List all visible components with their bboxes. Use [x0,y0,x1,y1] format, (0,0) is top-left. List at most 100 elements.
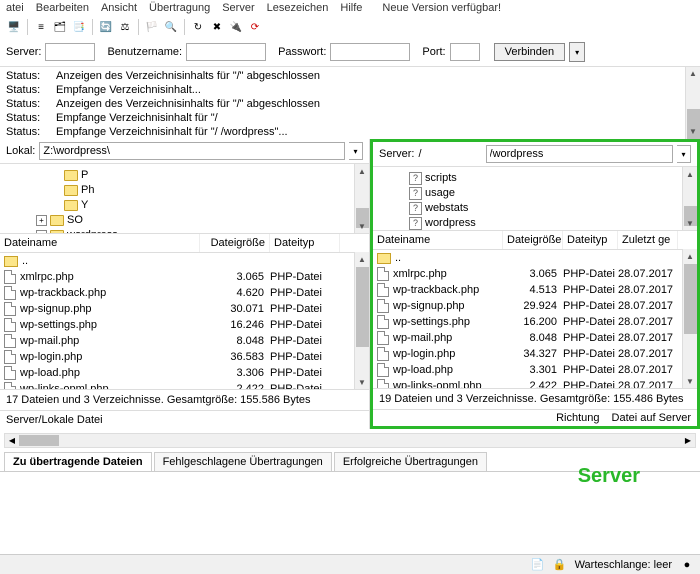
server-input[interactable] [45,43,95,61]
unknown-folder-icon: ? [409,187,422,200]
direction-header: Richtung [556,412,599,424]
file-row[interactable]: wp-load.php3.306PHP-Datei [0,365,369,381]
file-row[interactable]: wp-trackback.php4.620PHP-Datei [0,285,369,301]
local-path-dropdown[interactable]: ▾ [349,142,363,160]
tree-item[interactable]: P [6,168,363,183]
pass-label: Passwort: [278,46,326,58]
remote-col-name[interactable]: Dateiname [373,231,503,249]
local-tree-scrollbar[interactable]: ▲ ▼ [354,164,369,233]
local-col-name[interactable]: Dateiname [0,234,200,252]
file-row[interactable]: wp-links-opml.php2.422PHP-Datei [0,381,369,389]
local-path-label: Lokal: [6,145,35,157]
log-entry: Status:Anzeigen des Verzeichnisinhalts f… [6,97,694,111]
unknown-folder-icon: ? [409,202,422,215]
remote-files-scrollbar[interactable]: ▲ ▼ [682,249,697,388]
remote-col-date[interactable]: Zuletzt ge [618,231,678,249]
remote-filelist[interactable]: Dateiname Dateigröße Dateityp Zuletzt ge… [373,231,697,388]
local-col-size[interactable]: Dateigröße [200,234,270,252]
toggle-log-icon[interactable]: ≡ [33,19,49,35]
menu-hilfe[interactable]: Hilfe [340,2,362,14]
file-row[interactable]: xmlrpc.php3.065PHP-Datei [0,269,369,285]
pass-input[interactable] [330,43,410,61]
file-icon [4,318,16,332]
file-row[interactable]: .. [373,250,697,266]
search-icon[interactable]: 🔍 [163,19,179,35]
quickconnect-bar: Server: Benutzername: Passwort: Port: Ve… [0,38,700,67]
file-row[interactable]: xmlrpc.php3.065PHP-Datei28.07.2017 [373,266,697,282]
file-row[interactable]: wp-settings.php16.246PHP-Datei [0,317,369,333]
remote-path-label: Server: [379,148,414,160]
tab-2[interactable]: Erfolgreiche Übertragungen [334,452,487,471]
queue-hscrollbar[interactable]: ◀ ▶ [4,433,696,448]
disconnect-icon[interactable]: 🔌 [228,19,244,35]
connect-button[interactable]: Verbinden [494,43,566,61]
folder-icon [64,170,78,181]
local-filelist[interactable]: Dateiname Dateigröße Dateityp ..xmlrpc.p… [0,234,369,389]
local-path-input[interactable] [39,142,345,160]
remote-path-seg1: / [418,148,421,160]
tab-0[interactable]: Zu übertragende Dateien [4,452,152,471]
log-entry: Status:Empfange Verzeichnisinhalt... [6,83,694,97]
refresh-icon[interactable]: ↻ [190,19,206,35]
sitemanager-icon[interactable]: 🖥️ [6,19,22,35]
menu-server[interactable]: Server [222,2,254,14]
filter-icon[interactable]: 🏳️ [144,19,160,35]
menu-ansicht[interactable]: Ansicht [101,2,137,14]
file-row[interactable]: wp-login.php34.327PHP-Datei28.07.2017 [373,346,697,362]
tree-item[interactable]: ?wordpress [379,216,691,231]
file-row[interactable]: wp-trackback.php4.513PHP-Datei28.07.2017 [373,282,697,298]
tree-item[interactable]: +SO [6,213,363,228]
sync-icon[interactable]: 🔄 [98,19,114,35]
menubar: atei Bearbeiten Ansicht Übertragung Server Le… [0,0,700,16]
remote-tree[interactable]: ?scripts?usage?webstats?wordpress ▲ ▼ [373,167,697,231]
queue-icon: 📄 [531,558,545,572]
menu-atei[interactable]: atei [6,2,24,14]
toggle-tree-icon[interactable]: 🗂 [52,19,68,35]
local-col-type[interactable]: Dateityp [270,234,340,252]
file-row[interactable]: wp-signup.php30.071PHP-Datei [0,301,369,317]
reconnect-icon[interactable]: ⟳ [247,19,263,35]
compare-icon[interactable]: ⚖ [117,19,133,35]
file-row[interactable]: wp-mail.php8.048PHP-Datei28.07.2017 [373,330,697,346]
file-row[interactable]: wp-mail.php8.048PHP-Datei [0,333,369,349]
tree-item[interactable]: ?usage [379,186,691,201]
log-entry: Status:Empfange Verzeichnisinhalt für "/… [6,125,694,139]
tree-item[interactable]: Y [6,198,363,213]
file-row[interactable]: .. [0,253,369,269]
unknown-folder-icon: ? [409,217,422,230]
file-row[interactable]: wp-links-opml.php2.422PHP-Datei28.07.201… [373,378,697,388]
remote-path-input[interactable] [486,145,673,163]
log-entry: Status:Empfange Verzeichnisinhalt für "/ [6,111,694,125]
connect-dropdown[interactable]: ▾ [569,42,585,62]
tab-1[interactable]: Fehlgeschlagene Übertragungen [154,452,332,471]
toggle-queue-icon[interactable]: 📑 [71,19,87,35]
unknown-folder-icon: ? [409,172,422,185]
tree-item[interactable]: Ph [6,183,363,198]
port-input[interactable] [450,43,480,61]
file-icon [377,331,389,345]
remote-col-type[interactable]: Dateityp [563,231,618,249]
file-row[interactable]: wp-signup.php29.924PHP-Datei28.07.2017 [373,298,697,314]
remote-col-size[interactable]: Dateigröße [503,231,563,249]
menu-bearbeiten[interactable]: Bearbeiten [36,2,89,14]
local-pane: Lokal: ▾ PPhY+SO+wordpress ▲ ▼ Dateiname… [0,139,370,429]
folder-icon [64,185,78,196]
menu-übertragung[interactable]: Übertragung [149,2,210,14]
file-row[interactable]: wp-login.php36.583PHP-Datei [0,349,369,365]
port-label: Port: [422,46,445,58]
local-tree[interactable]: PPhY+SO+wordpress ▲ ▼ [0,164,369,234]
local-files-scrollbar[interactable]: ▲ ▼ [354,252,369,389]
menu-lesezeichen[interactable]: Lesezeichen [267,2,329,14]
tree-item[interactable]: ?webstats [379,201,691,216]
menu-neue version verfügbar![interactable]: Neue Version verfügbar! [382,2,501,14]
file-row[interactable]: wp-settings.php16.200PHP-Datei28.07.2017 [373,314,697,330]
remote-path-dropdown[interactable]: ▾ [677,145,691,163]
tree-item[interactable]: ?scripts [379,171,691,186]
file-row[interactable]: wp-load.php3.301PHP-Datei28.07.2017 [373,362,697,378]
file-icon [377,363,389,377]
folder-icon [64,200,78,211]
cancel-icon[interactable]: ✖ [209,19,225,35]
log-scrollbar[interactable]: ▲ ▼ [685,67,700,139]
remote-tree-scrollbar[interactable]: ▲ ▼ [682,167,697,230]
user-input[interactable] [186,43,266,61]
